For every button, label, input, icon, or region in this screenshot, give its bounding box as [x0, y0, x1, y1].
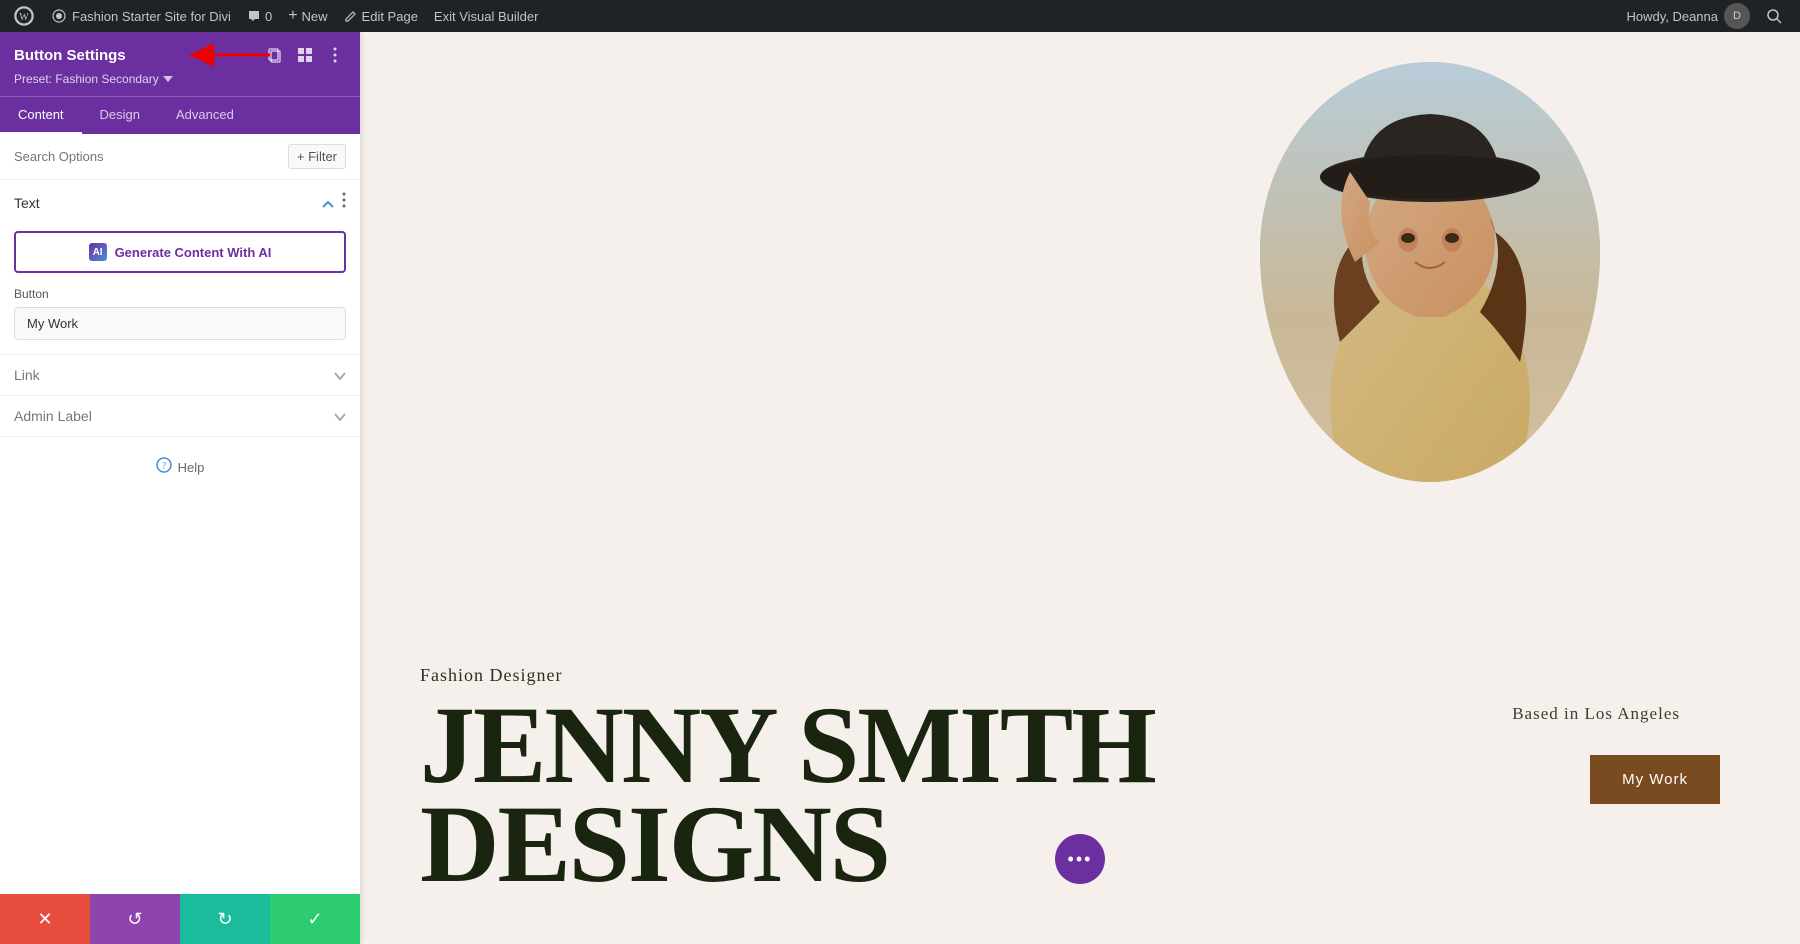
preset-selector[interactable]: Preset: Fashion Secondary [14, 72, 346, 86]
admin-label-title: Admin Label [14, 408, 92, 424]
search-options-input[interactable] [14, 149, 280, 164]
dots-icon: ••• [1068, 849, 1093, 870]
edit-page-link[interactable]: Edit Page [336, 0, 426, 32]
text-section-title: Text [14, 195, 40, 211]
howdy-text: Howdy, Deanna [1626, 9, 1718, 24]
new-label: New [302, 9, 328, 24]
preset-label: Preset: Fashion Secondary [14, 72, 159, 86]
button-value-input[interactable] [14, 307, 346, 340]
text-section-more-icon[interactable] [342, 192, 346, 213]
panel-body: + Filter Text [0, 134, 360, 894]
more-icon[interactable] [324, 44, 346, 66]
svg-text:?: ? [161, 461, 166, 472]
cancel-button[interactable]: ✕ [0, 894, 90, 944]
admin-label-section: Admin Label [0, 396, 360, 437]
copy-icon[interactable] [264, 44, 286, 66]
help-label: Help [178, 460, 205, 475]
site-name-text: Fashion Starter Site for Divi [72, 9, 231, 24]
filter-button[interactable]: + Filter [288, 144, 346, 169]
hero-image [1260, 62, 1600, 482]
fashion-portrait-svg [1260, 62, 1600, 482]
bottom-bar: ✕ ↺ ↻ ✓ [0, 894, 360, 944]
link-section-header[interactable]: Link [0, 355, 360, 395]
help-section[interactable]: ? Help [0, 437, 360, 497]
site-name[interactable]: Fashion Starter Site for Divi [44, 0, 239, 32]
text-section-controls [322, 192, 346, 213]
redo-icon: ↻ [217, 909, 232, 930]
save-icon: ✓ [307, 909, 322, 930]
button-field-label: Button [14, 287, 346, 301]
avatar: D [1724, 3, 1750, 29]
panel-title: Button Settings [14, 47, 126, 64]
admin-label-chevron-icon[interactable] [334, 408, 346, 424]
grid-icon[interactable] [294, 44, 316, 66]
fashion-location: Based in Los Angeles [1512, 704, 1680, 724]
text-section-collapse-icon[interactable] [322, 195, 334, 211]
text-section-header[interactable]: Text [0, 180, 360, 225]
hero-image-placeholder [1260, 62, 1600, 482]
dots-indicator[interactable]: ••• [1055, 834, 1105, 884]
page-content: Fashion Designer JENNY SMITH DESIGNS Bas… [360, 32, 1800, 944]
wp-logo-icon[interactable]: W [10, 0, 38, 32]
ai-icon: AI [89, 243, 107, 261]
undo-button[interactable]: ↺ [90, 894, 180, 944]
text-section-body: AI Generate Content With AI Button [0, 225, 360, 354]
comments-count: 0 [265, 9, 272, 24]
new-link[interactable]: + New [280, 0, 335, 32]
ai-generate-button[interactable]: AI Generate Content With AI [14, 231, 346, 273]
fashion-text: Fashion Designer JENNY SMITH DESIGNS [420, 665, 1155, 894]
svg-text:W: W [19, 12, 29, 23]
cancel-icon: ✕ [37, 909, 52, 930]
panel-tabs: Content Design Advanced [0, 96, 360, 134]
text-section: Text [0, 180, 360, 355]
help-icon: ? [156, 457, 172, 477]
fashion-subtitle: Fashion Designer [420, 665, 1155, 686]
link-chevron-icon[interactable] [334, 367, 346, 383]
filter-label: + Filter [297, 149, 337, 164]
fashion-title-line1: JENNY SMITH [420, 696, 1155, 795]
fashion-title-line2: DESIGNS [420, 795, 1155, 894]
panel-header-icons [264, 44, 346, 66]
left-panel: Button Settings [0, 32, 360, 944]
edit-page-label: Edit Page [362, 9, 418, 24]
panel-header: Button Settings [0, 32, 360, 96]
link-section: Link [0, 355, 360, 396]
my-work-page-button[interactable]: My Work [1590, 755, 1720, 804]
tab-advanced[interactable]: Advanced [158, 97, 252, 134]
exit-vb-label: Exit Visual Builder [434, 9, 539, 24]
comments-link[interactable]: 0 [239, 0, 280, 32]
search-options-bar: + Filter [0, 134, 360, 180]
search-icon[interactable] [1758, 8, 1790, 24]
exit-vb-link[interactable]: Exit Visual Builder [426, 0, 547, 32]
wp-admin-bar: W Fashion Starter Site for Divi 0 + New … [0, 0, 1800, 32]
link-section-title: Link [14, 367, 40, 383]
tab-design[interactable]: Design [82, 97, 158, 134]
howdy-user[interactable]: Howdy, Deanna D [1618, 0, 1758, 32]
save-button[interactable]: ✓ [270, 894, 360, 944]
tab-content[interactable]: Content [0, 97, 82, 134]
undo-icon: ↺ [127, 909, 142, 930]
right-content: Fashion Designer JENNY SMITH DESIGNS Bas… [360, 32, 1800, 944]
redo-button[interactable]: ↻ [180, 894, 270, 944]
admin-label-section-header[interactable]: Admin Label [0, 396, 360, 436]
ai-generate-label: Generate Content With AI [115, 245, 272, 260]
fashion-title: JENNY SMITH DESIGNS [420, 696, 1155, 894]
